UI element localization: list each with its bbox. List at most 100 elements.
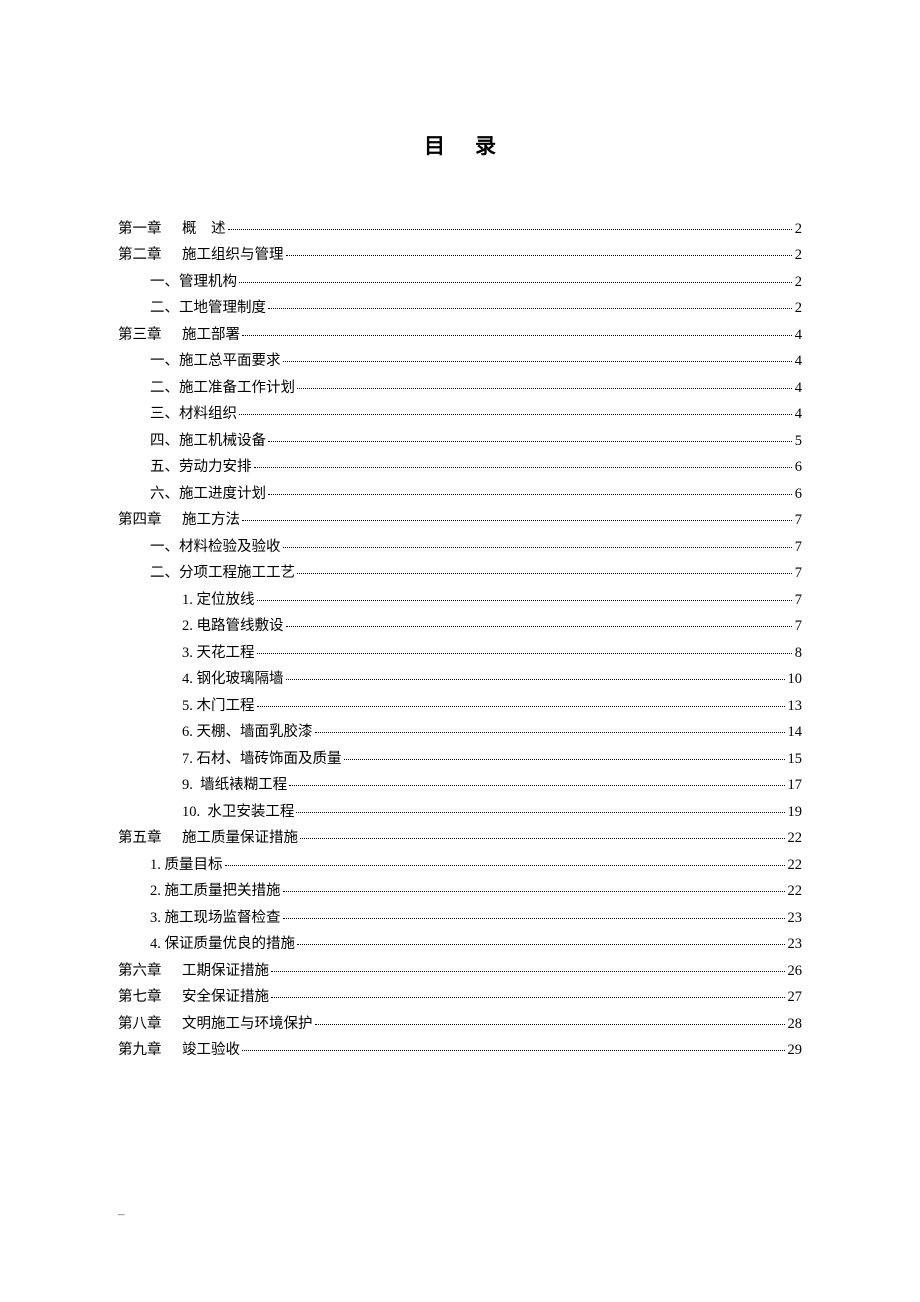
- toc-entry-text: 3. 施工现场监督检查: [150, 911, 281, 926]
- toc-entry: 5. 木门工程 13: [118, 695, 802, 713]
- toc-leader-dots: [268, 427, 792, 442]
- toc-entry-text: 3. 天花工程: [182, 646, 255, 661]
- toc-leader-dots: [344, 745, 785, 760]
- toc-page-number: 10: [787, 672, 803, 687]
- toc-page-number: 27: [787, 990, 803, 1005]
- toc-entry: 第三章施工部署 4: [118, 324, 802, 342]
- toc-leader-dots: [225, 851, 785, 866]
- toc-page-number: 15: [787, 752, 803, 767]
- toc-entry: 二、分项工程施工工艺 7: [118, 563, 802, 581]
- toc-entry: 4. 钢化玻璃隔墙10: [118, 669, 802, 687]
- toc-chapter-label: 第四章: [118, 513, 182, 528]
- toc-page-number: 14: [787, 725, 803, 740]
- toc-entry-text: 施工组织与管理: [182, 248, 284, 263]
- toc-entry: 第五章施工质量保证措施22: [118, 828, 802, 846]
- toc-page-number: 7: [794, 513, 802, 528]
- toc-entry: 3. 施工现场监督检查 23: [118, 907, 802, 925]
- toc-page-number: 4: [794, 354, 802, 369]
- toc-leader-dots: [296, 798, 784, 813]
- toc-leader-dots: [239, 268, 792, 283]
- toc-chapter-label: 第八章: [118, 1017, 182, 1032]
- toc-leader-dots: [286, 613, 792, 628]
- toc-entry-text: 施工部署: [182, 328, 240, 343]
- toc-entry: 第九章竣工验收29: [118, 1040, 802, 1058]
- toc-leader-dots: [297, 931, 785, 946]
- toc-page-number: 2: [794, 248, 802, 263]
- toc-page-number: 2: [794, 275, 802, 290]
- toc-leader-dots: [297, 560, 792, 575]
- toc-leader-dots: [228, 215, 792, 230]
- toc-entry-text: 五、劳动力安排: [150, 460, 252, 475]
- toc-entry-text: 二、分项工程施工工艺: [150, 566, 295, 581]
- toc-page-number: 2: [794, 222, 802, 237]
- toc-leader-dots: [239, 401, 792, 416]
- toc-chapter-label: 第三章: [118, 328, 182, 343]
- toc-entry: 3. 天花工程 8: [118, 642, 802, 660]
- toc-leader-dots: [242, 321, 792, 336]
- toc-page-number: 23: [787, 937, 803, 952]
- toc-leader-dots: [300, 825, 785, 840]
- toc-page-number: 5: [794, 434, 802, 449]
- toc-leader-dots: [286, 666, 785, 681]
- toc-entry-text: 5. 木门工程: [182, 699, 255, 714]
- toc-chapter-label: 第六章: [118, 964, 182, 979]
- toc-leader-dots: [257, 692, 785, 707]
- toc-entry-text: 一、施工总平面要求: [150, 354, 281, 369]
- toc-entry: 7. 石材、墙砖饰面及质量15: [118, 748, 802, 766]
- toc-page-number: 8: [794, 646, 802, 661]
- toc-entry-text: 一、材料检验及验收: [150, 540, 281, 555]
- toc-entry: 1. 质量目标22: [118, 854, 802, 872]
- toc-page-number: 2: [794, 301, 802, 316]
- toc-entry-text: 4. 保证质量优良的措施: [150, 937, 295, 952]
- toc-page-number: 19: [787, 805, 803, 820]
- toc-leader-dots: [297, 374, 792, 389]
- toc-entry: 五、劳动力安排 6: [118, 457, 802, 475]
- toc-page-number: 6: [794, 460, 802, 475]
- toc-page-number: 7: [794, 540, 802, 555]
- toc-entry-text: 文明施工与环境保护: [182, 1017, 313, 1032]
- toc-leader-dots: [271, 984, 785, 999]
- toc-page-number: 7: [794, 566, 802, 581]
- toc-leader-dots: [268, 295, 792, 310]
- toc-page-number: 29: [787, 1043, 803, 1058]
- toc-entry: 6. 天棚、墙面乳胶漆 14: [118, 722, 802, 740]
- toc-entry-text: 二、工地管理制度: [150, 301, 266, 316]
- toc-entry: 六、施工进度计划6: [118, 483, 802, 501]
- toc-entry: 4. 保证质量优良的措施 23: [118, 934, 802, 952]
- toc-entry-text: 2. 电路管线敷设: [182, 619, 284, 634]
- toc-entry-text: 一、管理机构: [150, 275, 237, 290]
- toc-chapter-label: 第七章: [118, 990, 182, 1005]
- toc-entry-text: 1. 定位放线: [182, 593, 255, 608]
- toc-chapter-label: 第五章: [118, 831, 182, 846]
- toc-entry-text: 6. 天棚、墙面乳胶漆: [182, 725, 313, 740]
- toc-leader-dots: [257, 639, 792, 654]
- toc-page-number: 4: [794, 328, 802, 343]
- toc-entry-text: 施工质量保证措施: [182, 831, 298, 846]
- toc-entry-text: 竣工验收: [182, 1043, 240, 1058]
- toc-entry: 第六章工期保证措施26: [118, 960, 802, 978]
- toc-entry: 第八章文明施工与环境保护28: [118, 1013, 802, 1031]
- toc-leader-dots: [286, 242, 792, 257]
- toc-page-number: 23: [787, 911, 803, 926]
- toc-entry: 2. 电路管线敷设 7: [118, 616, 802, 634]
- toc-page-number: 7: [794, 619, 802, 634]
- toc-entry: 一、施工总平面要求 4: [118, 351, 802, 369]
- toc-entry: 2. 施工质量把关措施22: [118, 881, 802, 899]
- toc-page-number: 13: [787, 699, 803, 714]
- toc-leader-dots: [254, 454, 792, 469]
- toc-entry: 二、施工准备工作计划4: [118, 377, 802, 395]
- toc-page-number: 17: [787, 778, 803, 793]
- toc-leader-dots: [242, 507, 792, 522]
- toc-entry: 9. 墙纸裱糊工程17: [118, 775, 802, 793]
- toc-entry-text: 二、施工准备工作计划: [150, 381, 295, 396]
- toc-entry-text: 10. 水卫安装工程: [182, 805, 294, 820]
- toc-leader-dots: [283, 348, 792, 363]
- table-of-contents: 第一章概 述2第二章施工组织与管理2一、管理机构2二、工地管理制度2第三章施工部…: [118, 218, 802, 1058]
- toc-page-number: 26: [787, 964, 803, 979]
- toc-entry-text: 1. 质量目标: [150, 858, 223, 873]
- toc-entry: 1. 定位放线7: [118, 589, 802, 607]
- toc-entry: 第四章施工方法7: [118, 510, 802, 528]
- toc-entry: 第二章施工组织与管理2: [118, 245, 802, 263]
- toc-leader-dots: [289, 772, 784, 787]
- toc-page-number: 6: [794, 487, 802, 502]
